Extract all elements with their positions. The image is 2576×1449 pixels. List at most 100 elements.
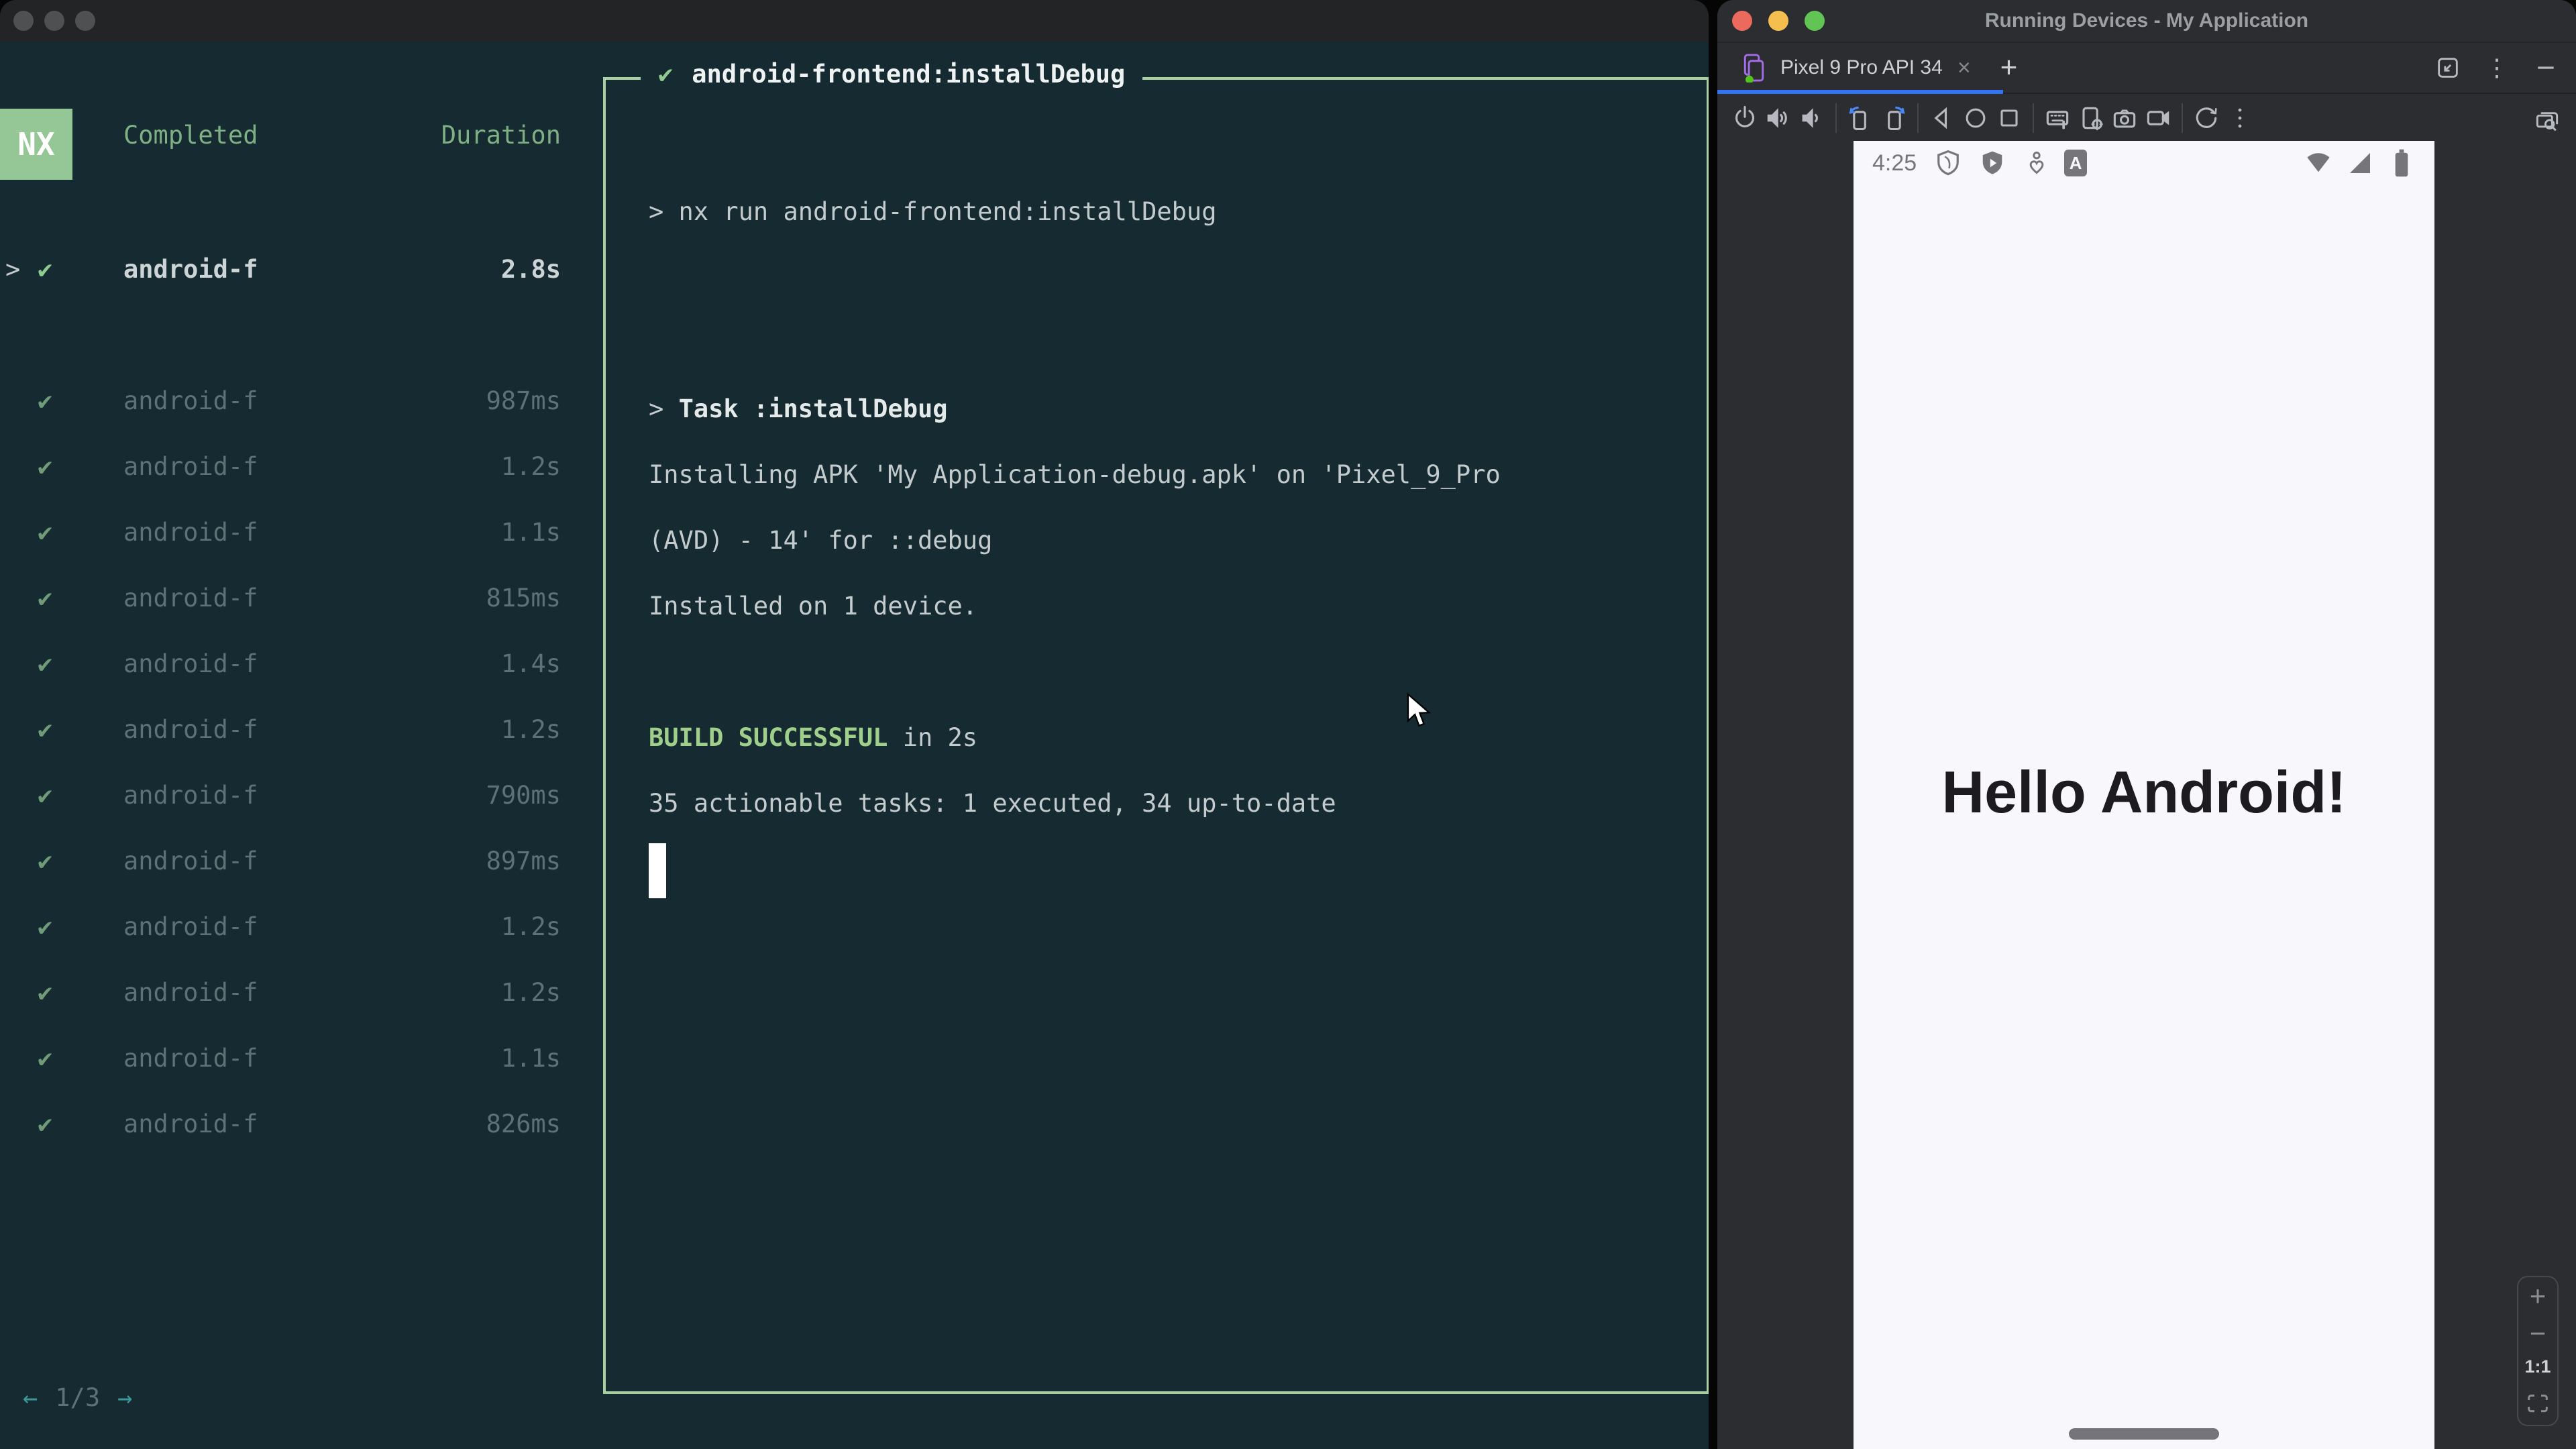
rotate-right-icon[interactable]	[1877, 101, 1911, 135]
task-row[interactable]: ✔ android-f 897ms	[0, 837, 577, 903]
task-list: ✔ android-f 987ms ✔ android-f 1.2s ✔ and…	[0, 377, 577, 1166]
power-icon[interactable]	[1728, 101, 1762, 135]
tab-label: Pixel 9 Pro API 34	[1780, 56, 1943, 78]
terminal-line-task: > Task :installDebug	[649, 394, 948, 423]
task-row[interactable]: ✔ android-f 1.2s	[0, 903, 577, 969]
status-time: 4:25	[1872, 150, 1917, 176]
maximize-window-icon[interactable]	[75, 11, 95, 31]
virtual-keyboard-icon[interactable]	[2041, 101, 2074, 135]
task-name: android-f	[123, 847, 258, 875]
task-row[interactable]: ✔ android-f 1.1s	[0, 508, 577, 574]
check-icon: ✔	[38, 1044, 53, 1073]
more-options-icon[interactable]: ⋮	[2485, 56, 2509, 80]
back-icon[interactable]	[1925, 101, 1959, 135]
terminal-output-title: ✔ android-frontend:installDebug	[641, 60, 1143, 89]
task-name: android-f	[123, 649, 258, 678]
task-duration: 790ms	[486, 781, 561, 810]
task-name: android-f	[123, 1110, 258, 1138]
running-devices-titlebar[interactable]: Running Devices - My Application	[1717, 0, 2576, 43]
selected-task-row[interactable]: > ✔ android-f 2.8s	[0, 255, 577, 302]
close-window-icon[interactable]	[13, 11, 34, 31]
check-icon: ✔	[38, 518, 53, 547]
task-row[interactable]: ✔ android-f 1.2s	[0, 969, 577, 1034]
terminal-line-install1: Installing APK 'My Application-debug.apk…	[649, 460, 1501, 489]
task-row[interactable]: ✔ android-f 790ms	[0, 771, 577, 837]
task-name: android-f	[123, 1044, 258, 1073]
duration-column-header: Duration	[441, 121, 561, 150]
task-name: android-f	[123, 386, 258, 415]
task-duration: 1.2s	[500, 978, 561, 1007]
gesture-navigation-bar[interactable]	[2069, 1428, 2219, 1440]
more-vertical-icon[interactable]	[2223, 101, 2257, 135]
task-duration: 987ms	[486, 386, 561, 415]
task-row[interactable]: ✔ android-f 1.2s	[0, 706, 577, 771]
volume-up-icon[interactable]	[1762, 101, 1795, 135]
task-duration: 897ms	[486, 847, 561, 875]
zoom-out-button[interactable]: −	[2530, 1319, 2546, 1348]
page-indicator: 1/3	[55, 1383, 101, 1412]
android-status-bar: 4:25 A	[1854, 141, 2434, 185]
task-title-text: android-frontend:installDebug	[692, 60, 1126, 89]
terminal-output-panel: ✔ android-frontend:installDebug > nx run …	[603, 60, 1709, 1394]
task-row[interactable]: ✔ android-f 1.4s	[0, 640, 577, 706]
task-row[interactable]: ✔ android-f 815ms	[0, 574, 577, 640]
task-row[interactable]: ✔ android-f 1.1s	[0, 1034, 577, 1100]
device-tab-bar: Pixel 9 Pro API 34 × + ⋮	[1717, 43, 2576, 94]
new-tab-button[interactable]: +	[1988, 51, 2030, 85]
check-icon: ✔	[38, 649, 53, 678]
screen-record-icon[interactable]	[2141, 101, 2175, 135]
task-duration: 1.2s	[500, 452, 561, 481]
embed-window-icon[interactable]	[2431, 51, 2465, 85]
terminal-titlebar[interactable]	[0, 0, 1709, 42]
rotate-left-icon[interactable]	[1843, 101, 1877, 135]
hello-android-text: Hello Android!	[1941, 759, 2347, 825]
task-name: android-f	[123, 518, 258, 547]
check-icon: ✔	[38, 781, 53, 810]
letter-a-badge-icon: A	[2064, 150, 2088, 176]
home-icon[interactable]	[1959, 101, 1992, 135]
tab-close-icon[interactable]: ×	[1953, 55, 1975, 81]
zoom-in-button[interactable]: +	[2530, 1281, 2546, 1310]
hide-tool-window-icon[interactable]	[2529, 51, 2563, 85]
task-duration: 826ms	[486, 1110, 561, 1138]
task-name: android-f	[123, 978, 258, 1007]
terminal-cursor	[649, 843, 666, 898]
check-icon: ✔	[38, 584, 53, 612]
terminal-line-summary: 35 actionable tasks: 1 executed, 34 up-t…	[649, 789, 1336, 818]
toolbar-separator	[1835, 103, 1837, 133]
task-row[interactable]: ✔ android-f 987ms	[0, 377, 577, 443]
terminal-window: NX Completed Duration > ✔ android-f 2.8s…	[0, 0, 1709, 1449]
task-duration: 815ms	[486, 584, 561, 612]
next-page-arrow-icon[interactable]: →	[117, 1383, 132, 1412]
task-duration: 1.1s	[500, 518, 561, 547]
task-list-header: Completed Duration	[0, 121, 577, 168]
overview-icon[interactable]	[1992, 101, 2026, 135]
task-duration: 1.2s	[500, 912, 561, 941]
pagination: ← 1/3 →	[23, 1383, 132, 1412]
check-icon: ✔	[38, 386, 53, 415]
screenshot-icon[interactable]	[2108, 101, 2141, 135]
completed-column-header: Completed	[123, 121, 258, 150]
task-row[interactable]: ✔ android-f 1.2s	[0, 443, 577, 508]
terminal-line-install2: (AVD) - 14' for ::debug	[649, 526, 993, 555]
chevron-right-icon: >	[5, 255, 21, 284]
volume-down-icon[interactable]	[1795, 101, 1829, 135]
task-name: android-f	[123, 452, 258, 481]
minimize-window-icon[interactable]	[44, 11, 64, 31]
fit-to-window-icon[interactable]	[2521, 1387, 2555, 1420]
task-name: android-f	[123, 912, 258, 941]
emulator-screen[interactable]: 4:25 A Hello Android!	[1854, 141, 2434, 1449]
prev-page-arrow-icon[interactable]: ←	[23, 1383, 38, 1412]
task-duration: 2.8s	[500, 255, 561, 284]
device-settings-icon[interactable]	[2074, 101, 2108, 135]
restart-icon[interactable]	[2190, 101, 2223, 135]
wellbeing-icon	[2020, 146, 2053, 180]
task-name: android-f	[123, 715, 258, 744]
device-mirroring-search-icon[interactable]	[2530, 101, 2564, 135]
toolbar-separator	[2182, 103, 2183, 133]
tab-pixel-9-pro[interactable]: Pixel 9 Pro API 34 ×	[1717, 43, 1988, 93]
check-icon: ✔	[658, 60, 674, 89]
task-row[interactable]: ✔ android-f 826ms	[0, 1100, 577, 1166]
desktop: NX Completed Duration > ✔ android-f 2.8s…	[0, 0, 2576, 1449]
actual-size-button[interactable]: 1:1	[2524, 1356, 2551, 1377]
